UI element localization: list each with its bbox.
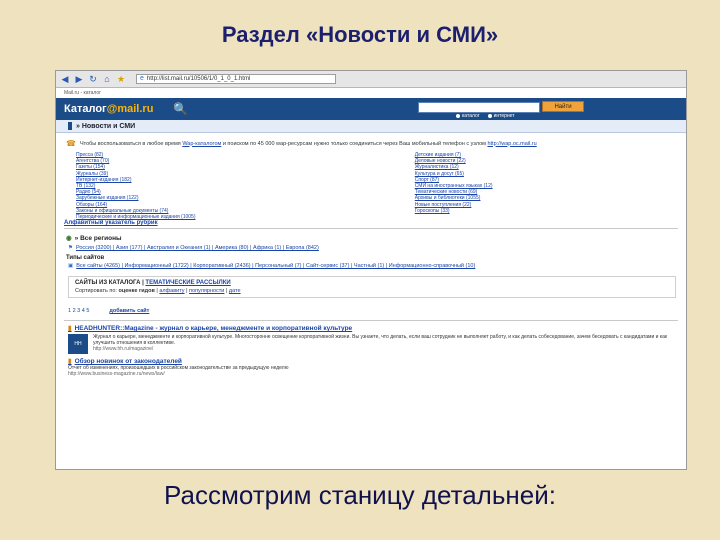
add-site-link[interactable]: добавить сайт (109, 308, 149, 314)
globe-icon: ◉ (66, 235, 72, 242)
intro-middle: и поиском по 45 000 wap-ресурсам нужно т… (221, 140, 488, 147)
catalog-panel: САЙТЫ ИЗ КАТАЛОГА | ТЕМАТИЧЕСКИЕ РАССЫЛК… (68, 276, 676, 298)
star-icon[interactable]: ★ (116, 74, 126, 84)
search-input[interactable] (418, 102, 540, 113)
site-types-title: Типы сайтов (66, 255, 105, 261)
home-icon[interactable]: ⌂ (102, 74, 112, 84)
section-marker (68, 122, 72, 130)
flag-icon: ⚑ (68, 245, 73, 251)
panel-tabs: САЙТЫ ИЗ КАТАЛОГА | ТЕМАТИЧЕСКИЕ РАССЫЛК… (75, 280, 231, 286)
alpha-index-link[interactable]: Алфавитный указатель рубрик (64, 220, 678, 226)
item-title-link[interactable]: ▮ Обзор новинок от законодателей (68, 357, 674, 365)
sort-popular[interactable]: популярности (189, 288, 224, 294)
section-bar: » Новости и СМИ (56, 120, 686, 133)
regions-title: ◉» Все регионы (66, 235, 122, 242)
slide-caption: Рассмотрим станицу детальней: (164, 480, 556, 510)
sort-date[interactable]: дате (229, 288, 241, 294)
slide-title: Раздел «Новости и СМИ» (221, 22, 499, 47)
logo[interactable]: Каталог@mail.ru (64, 103, 153, 115)
pagination: 1 2 3 4 5 добавить сайт (56, 302, 686, 320)
tab-catalog-sites[interactable]: САЙТЫ ИЗ КАТАЛОГА (75, 280, 140, 286)
site-types-list[interactable]: ▣ Все сайты (4265) | Информационный (1722… (56, 262, 686, 270)
category-col-right: Детские издания (7) Деловые новости (22)… (415, 152, 670, 218)
intro-prefix: Чтобы воспользоваться в любое время (79, 140, 183, 147)
page-icon: e (140, 75, 144, 82)
item-url[interactable]: http://www.business-magazine.ru/news/law… (68, 371, 674, 377)
search-mode: каталог интернет (456, 113, 515, 119)
item-thumbnail[interactable]: HH (68, 334, 88, 354)
tab-mailings[interactable]: ТЕМАТИЧЕСКИЕ РАССЫЛКИ (145, 280, 230, 286)
radio-catalog[interactable]: каталог (456, 113, 480, 119)
wap-url-link[interactable]: http://wap.ос.mail.ru (487, 141, 536, 147)
sort-label: Сортировать по: (75, 288, 119, 294)
section-label[interactable]: » Новости и СМИ (76, 123, 135, 130)
intro-text: ☎ Чтобы воспользоваться в любое время Wa… (56, 133, 686, 150)
sort-alpha[interactable]: алфавиту (159, 288, 184, 294)
sites-icon: ▣ (68, 263, 74, 269)
browser-screenshot: ◀ ▶ ↻ ⌂ ★ e http://list.mail.ru/10506/1/… (55, 70, 687, 470)
address-bar[interactable]: e http://list.mail.ru/10506/1/0_1_0_1.ht… (136, 74, 336, 84)
page-links[interactable]: 1 2 3 4 5 (68, 308, 89, 314)
browser-toolbar: ◀ ▶ ↻ ⌂ ★ e http://list.mail.ru/10506/1/… (56, 71, 686, 88)
list-item: ▮ HEADHUNTER::Magazine - журнал о карьере… (56, 321, 686, 354)
item-title-link[interactable]: ▮ HEADHUNTER::Magazine - журнал о карьере… (68, 324, 674, 332)
search-button[interactable]: Найти (542, 101, 584, 112)
address-text: http://list.mail.ru/10506/1/0_1_0_1.html (146, 76, 251, 82)
mail-header: Каталог@mail.ru 🔍 Найти каталог интернет (56, 98, 686, 120)
arrow-left-icon[interactable]: ◀ (60, 74, 70, 84)
item-url[interactable]: http://www.hh.ru/magazine/ (93, 346, 674, 352)
category-list: Пресса (82) Агентства (70) Газеты (154) … (56, 150, 686, 220)
item-body: HH Журнал о карьере, менеджменте и корпо… (68, 334, 674, 354)
regions-list[interactable]: ⚑ Россия (3200) | Азия (177) | Австралия … (56, 244, 686, 252)
item-description: Журнал о карьере, менеджменте и корпорат… (93, 334, 668, 346)
category-col-left: Пресса (82) Агентства (70) Газеты (154) … (76, 152, 415, 220)
folder-icon: ▮ (68, 325, 72, 332)
refresh-icon[interactable]: ↻ (88, 74, 98, 84)
list-item: ▮ Обзор новинок от законодателей Отчет об… (56, 354, 686, 377)
folder-icon: ▮ (68, 358, 72, 365)
sort-current: оценке гидов (118, 288, 155, 294)
magnifier-icon: 🔍 (173, 102, 189, 116)
sort-options: Сортировать по: оценке гидов | алфавиту … (75, 288, 241, 294)
arrow-right-icon[interactable]: ▶ (74, 74, 84, 84)
radio-internet[interactable]: интернет (487, 113, 515, 119)
top-link[interactable]: Mail.ru - каталог (56, 88, 686, 98)
phone-icon: ☎ (66, 139, 76, 148)
category-link[interactable]: Гороскопы (33) (415, 208, 670, 214)
wap-catalog-link[interactable]: Wap-каталогом (182, 141, 221, 147)
